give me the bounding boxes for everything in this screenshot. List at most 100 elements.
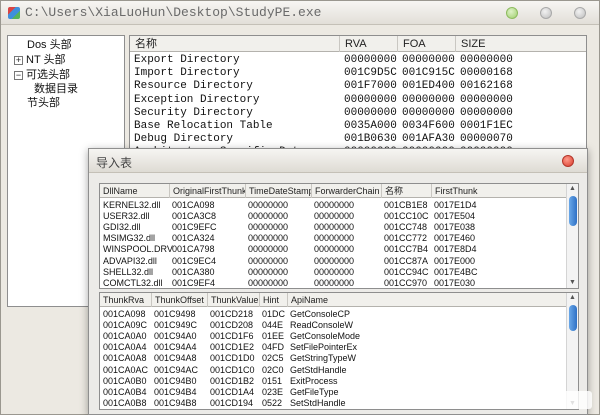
collapse-icon[interactable]: −	[14, 70, 23, 80]
table-cell: 00000000	[248, 211, 289, 222]
table-row[interactable]: KERNEL32.dll 001CA098 00000000 00000000 001C…	[100, 200, 566, 211]
table-cell: Export Directory	[134, 54, 240, 66]
scroll-thumb[interactable]	[569, 196, 577, 226]
table-cell: SetFilePointerEx	[290, 342, 358, 353]
api-thunk-table[interactable]: ThunkRva ThunkOffset ThunkValue Hint Api…	[99, 292, 579, 410]
table-row[interactable]: Exception Directory 00000000 00000000 00000…	[130, 94, 586, 107]
table-row[interactable]: 001CA0B4 001C94B4 001CD1A4 023E GetFileType	[100, 387, 566, 398]
table-row[interactable]: WINSPOOL.DRV 001CA798 00000000 00000000 001C…	[100, 244, 566, 255]
table-cell: 044E	[262, 320, 284, 331]
scroll-up-icon[interactable]: ▲	[567, 293, 578, 303]
column-header-dllname[interactable]: DllName	[100, 184, 170, 198]
table-cell: ReadConsoleW	[290, 320, 354, 331]
table-cell: GetFileType	[290, 386, 339, 397]
dialog-title-bar[interactable]: 导入表	[89, 149, 587, 173]
table-cell: GetConsoleMode	[290, 331, 361, 342]
table-cell: 00000000	[402, 54, 455, 66]
table-row[interactable]: 001CA0B0 001C94B0 001CD1B2 0151 ExitProcess	[100, 376, 566, 387]
maximize-button[interactable]	[540, 7, 552, 19]
table-row[interactable]: 001CA0AC 001C94AC 001CD1C0 02C0 GetStdHandle	[100, 365, 566, 376]
table-cell: 00000070	[460, 133, 513, 146]
scroll-down-icon[interactable]: ▼	[567, 278, 578, 288]
table-cell: 001CC772	[384, 233, 428, 244]
column-header-hint[interactable]: Hint	[260, 293, 288, 307]
table-row[interactable]: SHELL32.dll 001CA380 00000000 00000000 001CC…	[100, 267, 566, 278]
table-cell: 0522	[262, 397, 283, 408]
tree-item-nt-header[interactable]: + NT 头部	[14, 53, 66, 67]
table-row[interactable]: MSIMG32.dll 001CA324 00000000 00000000 001CC…	[100, 233, 566, 244]
table-cell: 001C94B8	[154, 397, 197, 408]
table-cell: 0017E1D4	[434, 200, 477, 210]
table-row[interactable]: COMCTL32.dll 001C9EF4 00000000 00000000 001C…	[100, 277, 566, 288]
column-header-time-date-stamp[interactable]: TimeDateStamp	[246, 184, 312, 198]
table-row[interactable]: 001CA0A8 001C94A8 001CD1D0 02C5 GetStringTyp…	[100, 353, 566, 364]
table-cell: COMCTL32.dll	[103, 277, 163, 288]
minimize-button[interactable]	[506, 7, 518, 19]
table-cell: SetStdHandle	[290, 397, 346, 408]
tree-item-dos-header[interactable]: Dos 头部	[14, 38, 72, 52]
table-row[interactable]: Debug Directory 001B0630 001AFA30 00000070	[130, 133, 586, 146]
scroll-thumb[interactable]	[569, 305, 577, 331]
column-header-first-thunk[interactable]: FirstThunk	[432, 184, 568, 198]
column-header-name[interactable]: 名称	[130, 36, 340, 52]
tree-item-optional-header[interactable]: − 可选头部	[14, 68, 70, 82]
table-row[interactable]: Resource Directory 001F7000 001ED400 001621…	[130, 80, 586, 93]
dll-import-table[interactable]: DllName OriginalFirstThunk TimeDateStamp…	[99, 183, 579, 289]
column-header-foa[interactable]: FOA	[398, 36, 456, 52]
table-cell: 0017E038	[434, 222, 476, 233]
window-title: C:\Users\XiaLuoHun\Desktop\StudyPE.exe	[25, 5, 322, 20]
table-cell: Security Directory	[134, 106, 253, 119]
table-row[interactable]: ADVAPI32.dll 001C9EC4 00000000 00000000 001C…	[100, 256, 566, 267]
table-cell: 001C9EF4	[172, 277, 216, 288]
tree-item-data-directory[interactable]: 数据目录	[34, 82, 78, 96]
table-row[interactable]: USER32.dll 001CA3C8 00000000 00000000 001CC1…	[100, 211, 566, 222]
column-header-thunk-offset[interactable]: ThunkOffset	[152, 293, 208, 307]
column-header-thunk-rva[interactable]: ThunkRva	[100, 293, 152, 307]
table-row[interactable]: 001CA098 001C9498 001CD218 01DC GetConsoleCP	[100, 309, 566, 320]
vertical-scrollbar[interactable]: ▲ ▼	[566, 184, 578, 288]
watermark	[532, 391, 592, 409]
table-cell: 00000168	[460, 67, 513, 80]
title-bar[interactable]: C:\Users\XiaLuoHun\Desktop\StudyPE.exe	[1, 1, 599, 25]
table-row[interactable]: 001CA0B8 001C94B8 001CD194 0522 SetStdHandle	[100, 398, 566, 409]
column-header-thunk-value[interactable]: ThunkValue	[208, 293, 260, 307]
table-header: ThunkRva ThunkOffset ThunkValue Hint Api…	[100, 293, 578, 307]
table-row[interactable]: 001CA09C 001C949C 001CD208 044E ReadConsoleW	[100, 320, 566, 331]
table-cell: 01EE	[262, 331, 285, 342]
tree-item-section-header[interactable]: 节头部	[14, 96, 60, 110]
column-header-rva[interactable]: RVA	[340, 36, 398, 52]
table-cell: ADVAPI32.dll	[103, 255, 157, 266]
table-row[interactable]: GDI32.dll 001C9EFC 00000000 00000000 001CC74…	[100, 222, 566, 233]
table-row[interactable]: 001CA0A4 001C94A4 001CD1E2 04FD SetFilePoint…	[100, 342, 566, 353]
close-button[interactable]	[574, 7, 586, 19]
column-header-forwarder-chain[interactable]: ForwarderChain	[312, 184, 382, 198]
table-cell: 00000000	[248, 222, 289, 233]
scroll-up-icon[interactable]: ▲	[567, 184, 578, 194]
table-row[interactable]: Security Directory 00000000 00000000 000000…	[130, 107, 586, 120]
table-cell: Resource Directory	[134, 80, 253, 93]
column-header-api-name[interactable]: ApiName	[288, 293, 568, 307]
table-cell: 001CA0A8	[103, 353, 147, 364]
table-cell: 001CA09C	[103, 320, 148, 331]
table-cell: 001CD1B2	[210, 375, 255, 386]
table-cell: 001CA098	[103, 309, 146, 319]
table-cell: 001CD1A4	[210, 386, 255, 397]
expand-icon[interactable]: +	[14, 55, 23, 65]
column-header-original-first-thunk[interactable]: OriginalFirstThunk	[170, 184, 246, 198]
table-cell: 001CA0AC	[103, 364, 149, 375]
column-header-name[interactable]: 名称	[382, 184, 432, 198]
dialog-close-button[interactable]	[562, 155, 574, 167]
table-cell: 001CD194	[210, 397, 254, 408]
table-cell: Base Relocation Table	[134, 120, 273, 132]
table-cell: GetStringTypeW	[290, 353, 357, 364]
app-icon	[8, 7, 20, 19]
column-header-size[interactable]: SIZE	[456, 36, 586, 52]
table-cell: 001F7000	[344, 80, 397, 93]
table-row[interactable]: Import Directory 001C9D5C 001C915C 00000168	[130, 67, 586, 80]
table-cell: GetStdHandle	[290, 364, 347, 375]
table-row[interactable]: 001CA0A0 001C94A0 001CD1F6 01EE GetConsoleMo…	[100, 331, 566, 342]
table-row[interactable]: Base Relocation Table 0035A000 0034F600 000…	[130, 120, 586, 133]
table-cell: 001CC748	[384, 222, 428, 233]
table-row[interactable]: Export Directory 00000000 00000000 00000000	[130, 54, 586, 67]
table-cell: 001CA798	[172, 244, 215, 255]
